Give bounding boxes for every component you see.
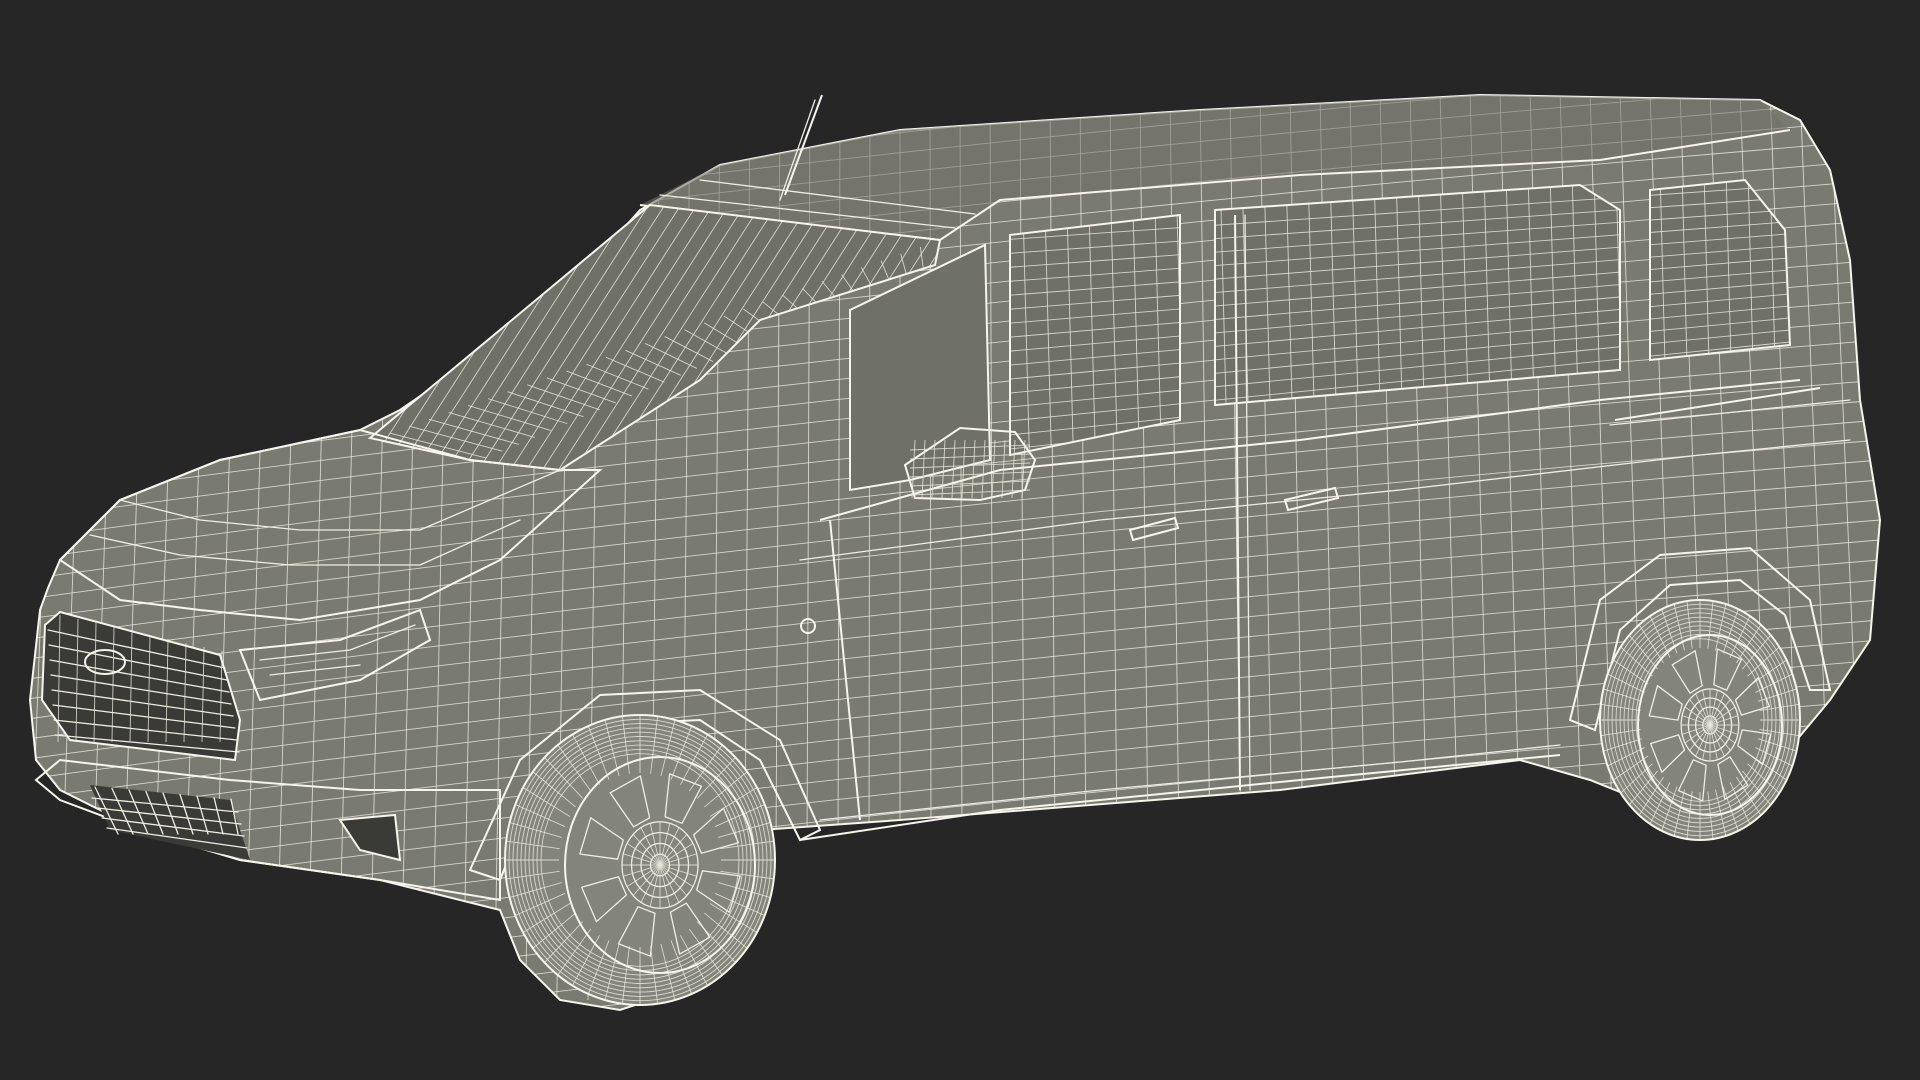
mesh-edge bbox=[30, 899, 1880, 1010]
van-wireframe-model bbox=[29, 94, 1881, 1011]
front-wheel bbox=[504, 714, 776, 1006]
mesh-edge bbox=[30, 879, 1880, 1010]
mesh-edge bbox=[30, 95, 31, 1001]
mesh-edge bbox=[30, 839, 1880, 1010]
mesh-edge bbox=[30, 859, 1880, 1010]
render-viewport bbox=[0, 0, 1920, 1080]
mesh-edge bbox=[30, 919, 1880, 1010]
rear-wheel bbox=[1599, 599, 1801, 841]
mesh-edge bbox=[30, 95, 61, 1001]
